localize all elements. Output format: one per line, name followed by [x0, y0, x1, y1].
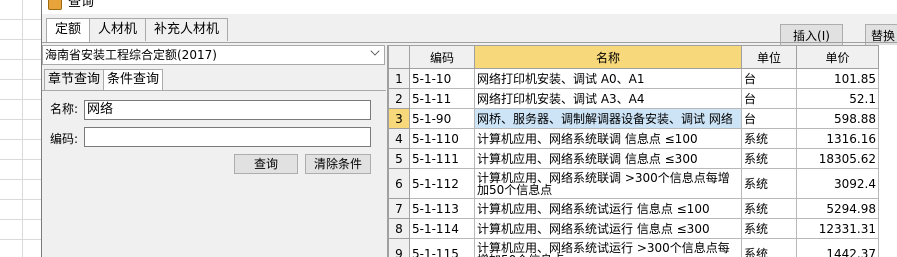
table-row[interactable]: 9 5-1-115 计算机应用、网络系统试运行 >300个信息点每增加50个信息…: [388, 238, 879, 257]
condition-form: 名称: 网络 编码: 查询 清除条件: [42, 90, 386, 257]
app-icon: [48, 0, 62, 10]
tab-condition-query[interactable]: 条件查询: [103, 69, 164, 91]
query-button[interactable]: 查询: [234, 154, 298, 174]
cell-name: 计算机应用、网络系统联调 信息点 ≤300: [474, 148, 742, 169]
code-label: 编码:: [50, 132, 79, 146]
row-number: 5: [388, 148, 410, 169]
cell-code: 5-1-113: [409, 198, 475, 219]
cell-price: 101.85: [796, 68, 879, 89]
results-table: 编码 名称 单位 单价 1 5-1-10 网络打印机安装、调试 A0、A1 台 …: [388, 45, 879, 257]
cell-code: 5-1-114: [409, 218, 475, 239]
cell-name: 计算机应用、网络系统试运行 信息点 ≤100: [474, 198, 742, 219]
header-unit[interactable]: 单位: [741, 45, 797, 69]
results-grid[interactable]: 编码 名称 单位 单价 1 5-1-10 网络打印机安装、调试 A0、A1 台 …: [387, 45, 897, 257]
cell-name: 计算机应用、网络系统试运行 信息点 ≤300: [474, 218, 742, 239]
cell-name: 网桥、服务器、调制解调器设备安装、调试 网络: [474, 108, 742, 129]
table-row[interactable]: 4 5-1-110 计算机应用、网络系统联调 信息点 ≤100 系统 1316.…: [388, 128, 879, 149]
cell-unit: 系统: [741, 148, 797, 169]
cell-price: 12331.31: [796, 218, 879, 239]
chevron-down-icon[interactable]: [370, 46, 380, 56]
tab-chapter-query[interactable]: 章节查询: [44, 69, 105, 90]
row-number: 3: [388, 108, 410, 129]
row-number: 7: [388, 198, 410, 219]
row-number: 9: [388, 238, 410, 257]
table-row-selected[interactable]: 3 5-1-90 网桥、服务器、调制解调器设备安装、调试 网络 台 598.88: [388, 108, 879, 129]
cell-unit: 系统: [741, 168, 797, 199]
table-row[interactable]: 6 5-1-112 计算机应用、网络系统联调 >300个信息点每增加50个信息点…: [388, 168, 879, 199]
name-field-value: 网络: [87, 102, 114, 117]
header-price[interactable]: 单价: [796, 45, 879, 69]
title-bar: 查询: [42, 0, 897, 14]
cell-unit: 系统: [741, 198, 797, 219]
cell-unit: 系统: [741, 128, 797, 149]
row-number: 8: [388, 218, 410, 239]
cell-price: 18305.62: [796, 148, 879, 169]
tab-quota[interactable]: 定额: [46, 18, 91, 43]
search-panel: 海南省安装工程综合定额(2017) 章节查询 条件查询 名称: 网络 编码: 查…: [42, 45, 386, 257]
header-code[interactable]: 编码: [409, 45, 475, 69]
cell-price: 52.1: [796, 88, 879, 109]
table-row[interactable]: 5 5-1-111 计算机应用、网络系统联调 信息点 ≤300 系统 18305…: [388, 148, 879, 169]
query-dialog: 查询 定额 人材机 补充人材机 插入(I) 替换 海南省安装工程综合定额(201…: [41, 0, 897, 257]
cell-name: 计算机应用、网络系统联调 >300个信息点每增加50个信息点: [474, 168, 742, 199]
name-label: 名称:: [50, 102, 79, 116]
cell-name: 网络打印机安装、调试 A0、A1: [474, 68, 742, 89]
cell-name: 计算机应用、网络系统试运行 >300个信息点每增加50个信息点: [474, 238, 742, 257]
row-number: 1: [388, 68, 410, 89]
cell-unit: 台: [741, 88, 797, 109]
cell-code: 5-1-90: [409, 108, 475, 129]
search-mode-tabs: 章节查询 条件查询: [44, 69, 164, 91]
cell-unit: 台: [741, 108, 797, 129]
cell-price: 1316.16: [796, 128, 879, 149]
cell-code: 5-1-10: [409, 68, 475, 89]
table-row[interactable]: 8 5-1-114 计算机应用、网络系统试运行 信息点 ≤300 系统 1233…: [388, 218, 879, 239]
tab-supplementary-lmm[interactable]: 补充人材机: [145, 18, 229, 41]
quota-library-value: 海南省安装工程综合定额(2017): [45, 48, 217, 62]
background-spreadsheet: [0, 0, 42, 257]
cell-price: 1442.37: [796, 238, 879, 257]
tab-labor-material-machine[interactable]: 人材机: [89, 18, 147, 41]
cell-name: 网络打印机安装、调试 A3、A4: [474, 88, 742, 109]
clear-conditions-button[interactable]: 清除条件: [305, 154, 371, 174]
window-title: 查询: [68, 0, 95, 10]
table-row[interactable]: 1 5-1-10 网络打印机安装、调试 A0、A1 台 101.85: [388, 68, 879, 89]
row-number: 6: [388, 168, 410, 199]
cell-unit: 台: [741, 68, 797, 89]
cell-code: 5-1-115: [409, 238, 475, 257]
header-row-number: [388, 45, 410, 69]
cell-price: 5294.98: [796, 198, 879, 219]
header-name[interactable]: 名称: [474, 45, 742, 69]
cell-code: 5-1-11: [409, 88, 475, 109]
cell-code: 5-1-110: [409, 128, 475, 149]
quota-library-select[interactable]: 海南省安装工程综合定额(2017): [42, 45, 385, 65]
cell-price: 3092.4: [796, 168, 879, 199]
divider: [42, 42, 897, 43]
cell-code: 5-1-112: [409, 168, 475, 199]
cell-unit: 系统: [741, 238, 797, 257]
cell-code: 5-1-111: [409, 148, 475, 169]
row-number: 2: [388, 88, 410, 109]
code-field[interactable]: [84, 127, 371, 147]
table-row[interactable]: 7 5-1-113 计算机应用、网络系统试运行 信息点 ≤100 系统 5294…: [388, 198, 879, 219]
cell-price: 598.88: [796, 108, 879, 129]
cell-name: 计算机应用、网络系统联调 信息点 ≤100: [474, 128, 742, 149]
cell-unit: 系统: [741, 218, 797, 239]
top-toolbar: 定额 人材机 补充人材机 插入(I) 替换: [42, 14, 897, 48]
top-tabs: 定额 人材机 补充人材机: [46, 18, 229, 43]
row-number: 4: [388, 128, 410, 149]
name-field[interactable]: 网络: [84, 100, 371, 120]
table-row[interactable]: 2 5-1-11 网络打印机安装、调试 A3、A4 台 52.1: [388, 88, 879, 109]
